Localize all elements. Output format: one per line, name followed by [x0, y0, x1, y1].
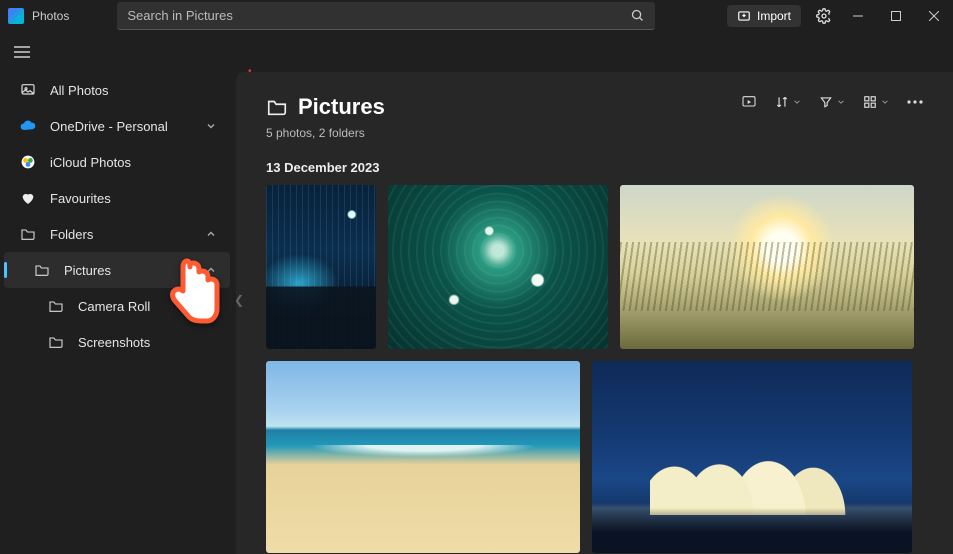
toolbar-row	[0, 32, 953, 72]
import-label: Import	[757, 9, 791, 23]
sidebar-item-label: Screenshots	[78, 335, 150, 350]
sidebar-item-onedrive[interactable]: OneDrive - Personal	[4, 108, 230, 144]
filter-button[interactable]	[819, 95, 845, 109]
photo-thumbnail[interactable]	[266, 361, 580, 553]
sidebar-item-label: OneDrive - Personal	[50, 119, 168, 134]
sidebar-item-label: Favourites	[50, 191, 111, 206]
maximize-button[interactable]	[877, 0, 915, 32]
content-toolbar	[741, 94, 923, 110]
marker-dot: •	[248, 66, 252, 77]
sidebar-item-label: All Photos	[50, 83, 109, 98]
folder-icon	[18, 227, 38, 241]
sidebar-item-camera-roll[interactable]: Camera Roll	[4, 288, 230, 324]
import-button[interactable]: Import	[727, 5, 801, 27]
hamburger-button[interactable]	[10, 40, 34, 64]
sidebar-item-all-photos[interactable]: All Photos	[4, 72, 230, 108]
photo-thumbnail[interactable]	[592, 361, 912, 553]
sidebar-item-label: Camera Roll	[78, 299, 150, 314]
app-icon	[8, 8, 24, 24]
sidebar-item-favourites[interactable]: Favourites	[4, 180, 230, 216]
picture-icon	[18, 82, 38, 98]
view-button[interactable]	[863, 95, 889, 109]
photo-thumbnail[interactable]	[388, 185, 608, 349]
sidebar-item-label: Folders	[50, 227, 93, 242]
search-bar[interactable]	[117, 2, 655, 30]
chevron-up-icon	[206, 265, 216, 275]
sort-button[interactable]	[775, 95, 801, 109]
titlebar: Photos Import	[0, 0, 953, 32]
folder-icon	[46, 299, 66, 313]
import-icon	[737, 9, 751, 23]
icloud-icon	[18, 154, 38, 170]
app-name: Photos	[32, 9, 69, 23]
sidebar-item-label: Pictures	[64, 263, 111, 278]
chevron-up-icon	[206, 229, 216, 239]
photo-thumbnail[interactable]	[620, 185, 914, 349]
thumbnail-grid	[266, 185, 923, 553]
sidebar-item-pictures[interactable]: Pictures	[4, 252, 230, 288]
sidebar-item-label: iCloud Photos	[50, 155, 131, 170]
heart-icon	[18, 190, 38, 206]
more-button[interactable]	[907, 99, 923, 105]
search-icon[interactable]	[630, 8, 645, 23]
folder-icon	[46, 335, 66, 349]
minimize-button[interactable]	[839, 0, 877, 32]
close-button[interactable]	[915, 0, 953, 32]
folder-icon	[32, 263, 52, 277]
date-group-header: 13 December 2023	[266, 160, 923, 175]
sidebar-item-screenshots[interactable]: Screenshots	[4, 324, 230, 360]
content-area: Pictures 5 photos, 2 folders 13 December…	[236, 72, 953, 554]
search-input[interactable]	[127, 8, 630, 23]
chevron-down-icon	[206, 121, 216, 131]
photo-thumbnail[interactable]	[266, 185, 376, 349]
settings-button[interactable]	[809, 8, 839, 24]
folder-icon	[266, 97, 288, 117]
pane-resize-grip[interactable]: ❮	[236, 290, 242, 310]
slideshow-button[interactable]	[741, 94, 757, 110]
sidebar: All Photos OneDrive - Personal iCloud Ph…	[0, 72, 236, 554]
page-subtitle: 5 photos, 2 folders	[266, 126, 385, 140]
cloud-icon	[18, 120, 38, 132]
page-title: Pictures	[266, 94, 385, 120]
sidebar-item-folders[interactable]: Folders	[4, 216, 230, 252]
sidebar-item-icloud[interactable]: iCloud Photos	[4, 144, 230, 180]
